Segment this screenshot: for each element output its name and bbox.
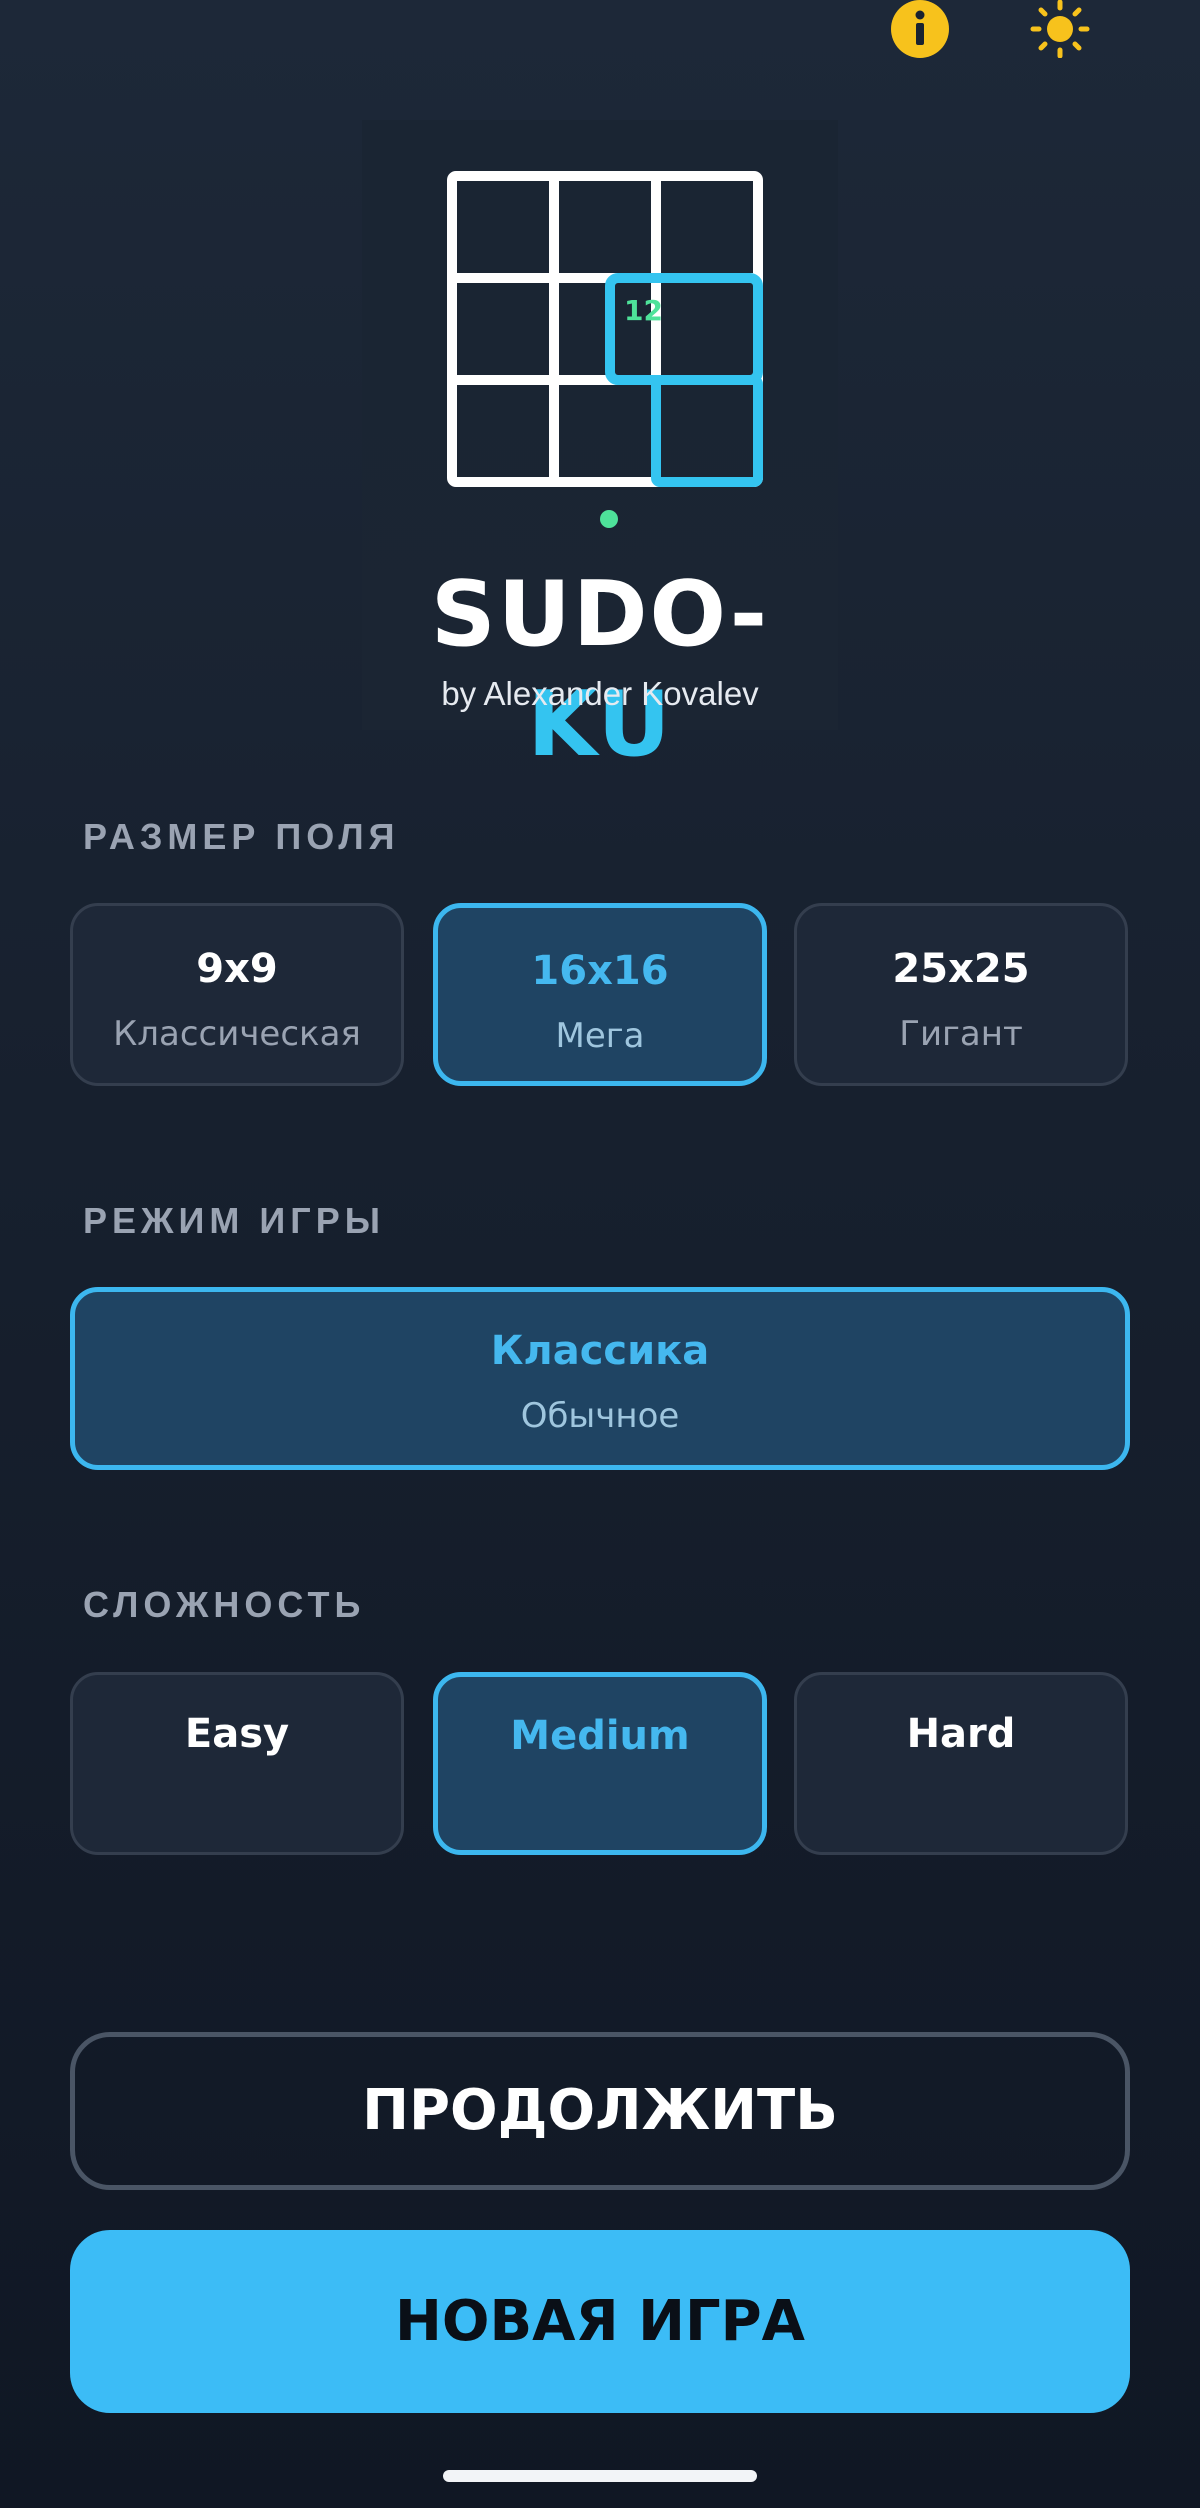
home-indicator[interactable] bbox=[443, 2470, 757, 2482]
app-author: by Alexander Kovalev bbox=[441, 675, 759, 712]
difficulty-option-title: Hard bbox=[906, 1711, 1016, 1757]
size-option-subtitle: Мега bbox=[555, 1016, 645, 1056]
sudoku-grid-logo-icon: 12 bbox=[447, 171, 763, 487]
difficulty-option-title: Medium bbox=[510, 1713, 690, 1759]
size-option-9x9[interactable]: 9x9 Классическая bbox=[70, 903, 404, 1086]
size-option-title: 9x9 bbox=[196, 946, 278, 992]
size-option-subtitle: Гигант bbox=[899, 1014, 1023, 1054]
app-title: SUDO-KU bbox=[362, 560, 838, 780]
mode-option-title: Классика bbox=[490, 1328, 710, 1374]
difficulty-option-medium[interactable]: Medium bbox=[433, 1672, 767, 1855]
size-option-title: 25x25 bbox=[892, 946, 1030, 992]
difficulty-option-easy[interactable]: Easy bbox=[70, 1672, 404, 1855]
info-icon[interactable] bbox=[891, 0, 949, 58]
logo-dot bbox=[600, 510, 618, 528]
mode-option-classic[interactable]: Классика Обычное bbox=[70, 1287, 1130, 1470]
sun-icon[interactable] bbox=[1027, 0, 1093, 58]
size-option-title: 16x16 bbox=[531, 948, 669, 994]
difficulty-option-hard[interactable]: Hard bbox=[794, 1672, 1128, 1855]
game-mode-label: РЕЖИМ ИГРЫ bbox=[83, 1200, 385, 1241]
size-option-16x16[interactable]: 16x16 Мега bbox=[433, 903, 767, 1086]
board-size-label: РАЗМЕР ПОЛЯ bbox=[83, 816, 400, 857]
new-game-button[interactable]: НОВАЯ ИГРА bbox=[70, 2230, 1130, 2413]
mode-option-subtitle: Обычное bbox=[520, 1396, 680, 1436]
app-title-part-1: SUDO- bbox=[430, 562, 770, 667]
continue-button[interactable]: ПРОДОЛЖИТЬ bbox=[70, 2032, 1130, 2190]
size-option-25x25[interactable]: 25x25 Гигант bbox=[794, 903, 1128, 1086]
difficulty-option-title: Easy bbox=[184, 1711, 290, 1757]
grid-number: 12 bbox=[624, 294, 663, 327]
size-option-subtitle: Классическая bbox=[113, 1014, 361, 1054]
difficulty-label: СЛОЖНОСТЬ bbox=[83, 1584, 366, 1625]
